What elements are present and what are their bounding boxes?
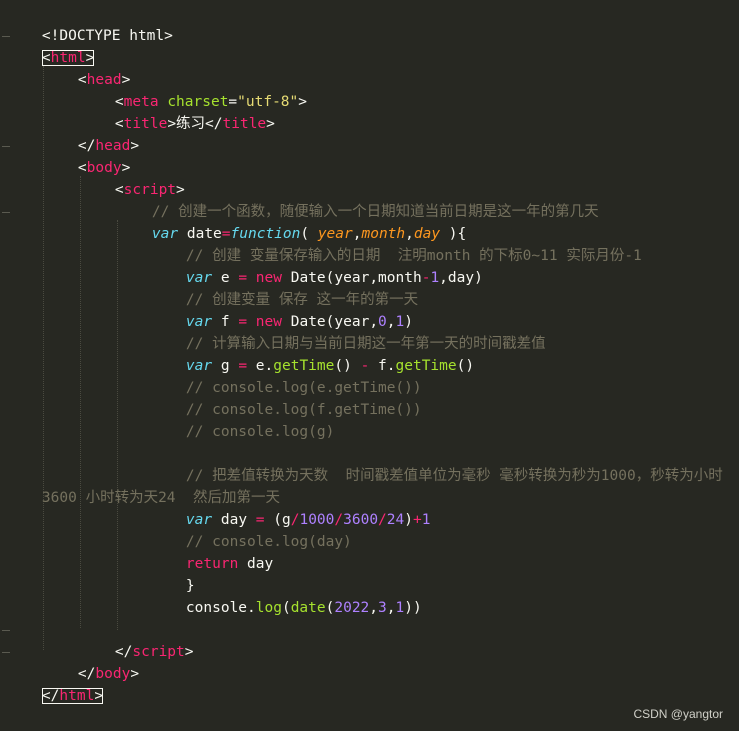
code-line: var date=function( year,month,day ){: [151, 226, 467, 242]
code-line: <title>练习</title>: [114, 116, 275, 132]
code-line: // 创建一个函数，随便输入一个日期知道当前日期是这一年的第几天: [117, 179, 599, 220]
code-line: var f = new Date(year,0,1): [185, 314, 413, 330]
fold-marker[interactable]: [2, 146, 10, 147]
code-line: console.log(date(2022,3,1)): [185, 600, 422, 616]
code-line: <html>: [7, 25, 95, 66]
console-object: console: [185, 600, 248, 616]
number-literal: 1: [430, 270, 440, 286]
code-line: <script>: [114, 182, 185, 198]
code-line: // 创建变量 保存 这一年的第一天: [151, 267, 418, 308]
code-line: // console.log(day): [151, 509, 352, 550]
ref-day: day: [247, 556, 274, 572]
code-line: return day: [151, 531, 273, 572]
code-editor[interactable]: <!DOCTYPE html> <html> <head> <meta char…: [0, 0, 739, 731]
fold-marker[interactable]: [2, 630, 10, 631]
fold-marker[interactable]: [2, 212, 10, 213]
code-line: // console.log(e.getTime()): [151, 355, 422, 396]
code-line: // 计算输入日期与当前日期这一年第一天的时间戳差值: [151, 311, 546, 352]
code-line: </head>: [77, 138, 140, 154]
code-line: var g = e.getTime() - f.getTime(): [185, 358, 475, 374]
code-line: </body>: [77, 666, 140, 682]
code-line: // 把差值转换为天数 时间戳差值单位为毫秒 毫秒转换为秒为1000，秒转为小时: [151, 443, 723, 484]
number-literal: 2022: [334, 600, 370, 616]
code-line: <head>: [77, 72, 131, 88]
code-line: var e = new Date(year,month-1,day): [185, 270, 483, 286]
code-line: </script>: [114, 644, 194, 660]
fold-marker[interactable]: [2, 652, 10, 653]
code-line: var day = (g/1000/3600/24)+1: [185, 512, 431, 528]
code-line: <body>: [77, 160, 131, 176]
code-line-wrap: 3600 小时转为天24 然后加第一天: [7, 465, 280, 506]
watermark: CSDN @yangtor: [633, 707, 723, 721]
code-line: }: [151, 553, 195, 594]
arg-day: day: [447, 270, 475, 286]
code-line: // console.log(f.getTime()): [151, 377, 422, 418]
log-method: log: [255, 600, 282, 616]
code-line: // console.log(g): [151, 399, 334, 440]
number-literal: 1: [395, 600, 405, 616]
code-line: <meta charset="utf-8">: [114, 94, 307, 110]
indent-guide: [80, 176, 81, 628]
date-call: date: [290, 600, 326, 616]
indent-guide: [117, 220, 118, 630]
number-literal: 24: [386, 512, 405, 528]
number-literal: 3: [378, 600, 387, 616]
title-text: 练习: [176, 116, 206, 132]
code-comment: // console.log(g): [185, 424, 335, 440]
number-literal: 1: [421, 512, 431, 528]
script-close-tag: script: [132, 644, 185, 660]
code-line: <!DOCTYPE html>: [7, 3, 173, 44]
title-close-tag: title: [222, 116, 267, 132]
code-line: </html>: [7, 663, 104, 704]
code-line: // 创建 变量保存输入的日期 注明month 的下标0~11 实际月份-1: [151, 223, 642, 264]
html-close-tag: </html>: [41, 688, 104, 704]
